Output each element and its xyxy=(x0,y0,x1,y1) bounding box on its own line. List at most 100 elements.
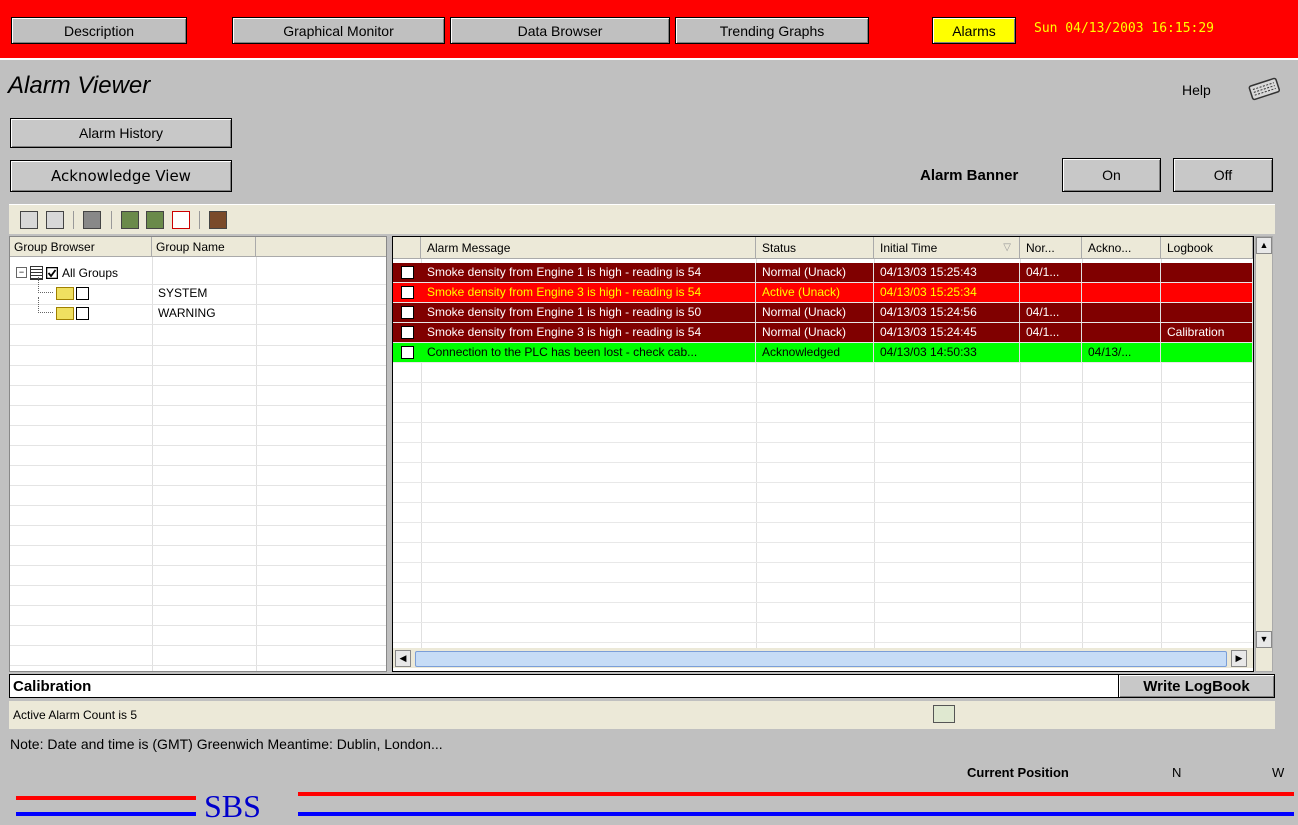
help-link[interactable]: Help xyxy=(1182,82,1211,98)
checkbox-system[interactable] xyxy=(76,287,89,300)
cell-status: Acknowledged xyxy=(756,343,874,362)
toolbar xyxy=(9,204,1275,234)
row-checkbox[interactable] xyxy=(401,286,414,299)
cell-message: Smoke density from Engine 1 is high - re… xyxy=(421,263,756,282)
tree-line xyxy=(38,277,53,293)
grid-line xyxy=(393,582,1253,583)
column-header-status[interactable]: Status xyxy=(756,237,874,259)
cell-normal: 04/1... xyxy=(1020,263,1082,282)
clock: Sun 04/13/2003 16:15:29 xyxy=(1034,21,1215,36)
horizontal-scrollbar[interactable]: ◀ ▶ xyxy=(393,648,1253,668)
column-header-check xyxy=(393,237,421,259)
cell-ack xyxy=(1082,263,1161,282)
collapse-icon[interactable]: − xyxy=(16,267,27,278)
grid-line xyxy=(393,482,1253,483)
logo-stripe-blue xyxy=(16,812,196,816)
grid-line xyxy=(393,562,1253,563)
nav-alarms-button[interactable]: Alarms xyxy=(932,17,1016,44)
view-icon[interactable] xyxy=(20,211,39,229)
grid-line xyxy=(10,545,386,546)
acknowledge-all-icon[interactable] xyxy=(146,211,165,229)
grid-line xyxy=(393,622,1253,623)
row-checkbox[interactable] xyxy=(401,266,414,279)
keyboard-icon[interactable] xyxy=(1244,74,1284,105)
row-checkbox[interactable] xyxy=(401,306,414,319)
logbook-icon[interactable] xyxy=(209,211,228,229)
alarm-banner-off-button[interactable]: Off xyxy=(1173,158,1273,192)
acknowledge-view-button[interactable]: Acknowledge View xyxy=(10,160,232,192)
folder-icon xyxy=(56,287,74,300)
vertical-scrollbar[interactable]: ▲ ▼ xyxy=(1255,236,1273,672)
scrollbar-thumb[interactable] xyxy=(415,651,1227,667)
scroll-up-button[interactable]: ▲ xyxy=(1256,237,1272,254)
cell-message: Smoke density from Engine 1 is high - re… xyxy=(421,303,756,322)
toolbar-separator xyxy=(73,211,75,229)
filter-icon[interactable] xyxy=(171,211,190,229)
checkbox-warning[interactable] xyxy=(76,307,89,320)
print-icon[interactable] xyxy=(83,211,102,229)
cell-ack xyxy=(1082,323,1161,342)
scroll-right-button[interactable]: ▶ xyxy=(1231,650,1247,667)
nav-graphical-monitor-button[interactable]: Graphical Monitor xyxy=(232,17,445,44)
scroll-down-button[interactable]: ▼ xyxy=(1256,631,1272,648)
toolbar-separator xyxy=(110,211,112,229)
acknowledge-icon[interactable] xyxy=(121,211,140,229)
table-row[interactable]: Smoke density from Engine 3 is high - re… xyxy=(393,283,1253,302)
table-row[interactable]: Smoke density from Engine 3 is high - re… xyxy=(393,323,1253,342)
group-row-all[interactable]: − All Groups xyxy=(10,265,386,285)
logo-stripe-blue xyxy=(298,812,1294,816)
column-header-alarm-message[interactable]: Alarm Message xyxy=(421,237,756,259)
group-browser-panel: Group Browser Group Name − All Groups SY… xyxy=(9,236,387,672)
group-row-warning[interactable]: WARNING xyxy=(10,297,386,325)
position-w: W xyxy=(1272,765,1285,780)
column-header-initial-time-label: Initial Time xyxy=(880,241,938,255)
nav-data-browser-button[interactable]: Data Browser xyxy=(450,17,670,44)
group-name-warning: WARNING xyxy=(158,306,216,320)
group-row-system[interactable]: SYSTEM xyxy=(10,277,386,305)
grid-line xyxy=(393,402,1253,403)
table-row[interactable]: Smoke density from Engine 1 is high - re… xyxy=(393,303,1253,322)
column-header-normal-time[interactable]: Nor... xyxy=(1020,237,1082,259)
grid-line xyxy=(393,542,1253,543)
toolbar-separator xyxy=(199,211,201,229)
alarm-banner-on-button[interactable]: On xyxy=(1062,158,1161,192)
grid-line xyxy=(393,602,1253,603)
column-header-logbook[interactable]: Logbook xyxy=(1161,237,1253,259)
alarm-table: Alarm Message Status Initial Time ▽ Nor.… xyxy=(392,236,1254,672)
alarm-history-button[interactable]: Alarm History xyxy=(10,118,232,148)
grid-line xyxy=(393,522,1253,523)
grid-line xyxy=(10,605,386,606)
cell-ack xyxy=(1082,283,1161,302)
logbook-field[interactable] xyxy=(9,674,1275,698)
logo-stripe-red xyxy=(16,796,196,800)
cell-initial: 04/13/03 14:50:33 xyxy=(874,343,1020,362)
column-header-initial-time[interactable]: Initial Time ▽ xyxy=(874,237,1020,259)
grid-line xyxy=(10,385,386,386)
row-checkbox[interactable] xyxy=(401,346,414,359)
grid-line xyxy=(10,405,386,406)
column-header-group-name[interactable]: Group Name xyxy=(152,237,256,257)
nav-description-button[interactable]: Description xyxy=(11,17,187,44)
cell-logbook xyxy=(1161,283,1253,302)
grid-line xyxy=(10,505,386,506)
cell-logbook: Calibration xyxy=(1161,323,1253,342)
column-header-group-browser[interactable]: Group Browser xyxy=(10,237,152,257)
cell-logbook xyxy=(1161,263,1253,282)
scroll-left-button[interactable]: ◀ xyxy=(395,650,411,667)
write-logbook-button[interactable]: Write LogBook xyxy=(1118,674,1275,698)
cell-status: Active (Unack) xyxy=(756,283,874,302)
logbook-field-text: Calibration xyxy=(13,678,92,695)
table-row[interactable]: Connection to the PLC has been lost - ch… xyxy=(393,343,1253,362)
row-checkbox[interactable] xyxy=(401,326,414,339)
grid-line xyxy=(10,365,386,366)
list-view-icon[interactable] xyxy=(45,211,64,229)
nav-trending-graphs-button[interactable]: Trending Graphs xyxy=(675,17,869,44)
table-row[interactable]: Smoke density from Engine 1 is high - re… xyxy=(393,263,1253,282)
alarm-banner-label: Alarm Banner xyxy=(920,167,1019,184)
grid-line xyxy=(10,425,386,426)
cell-ack xyxy=(1082,303,1161,322)
cell-initial: 04/13/03 15:25:34 xyxy=(874,283,1020,302)
cell-message: Smoke density from Engine 3 is high - re… xyxy=(421,323,756,342)
column-header-ack-time[interactable]: Ackno... xyxy=(1082,237,1161,259)
grid-line xyxy=(393,422,1253,423)
